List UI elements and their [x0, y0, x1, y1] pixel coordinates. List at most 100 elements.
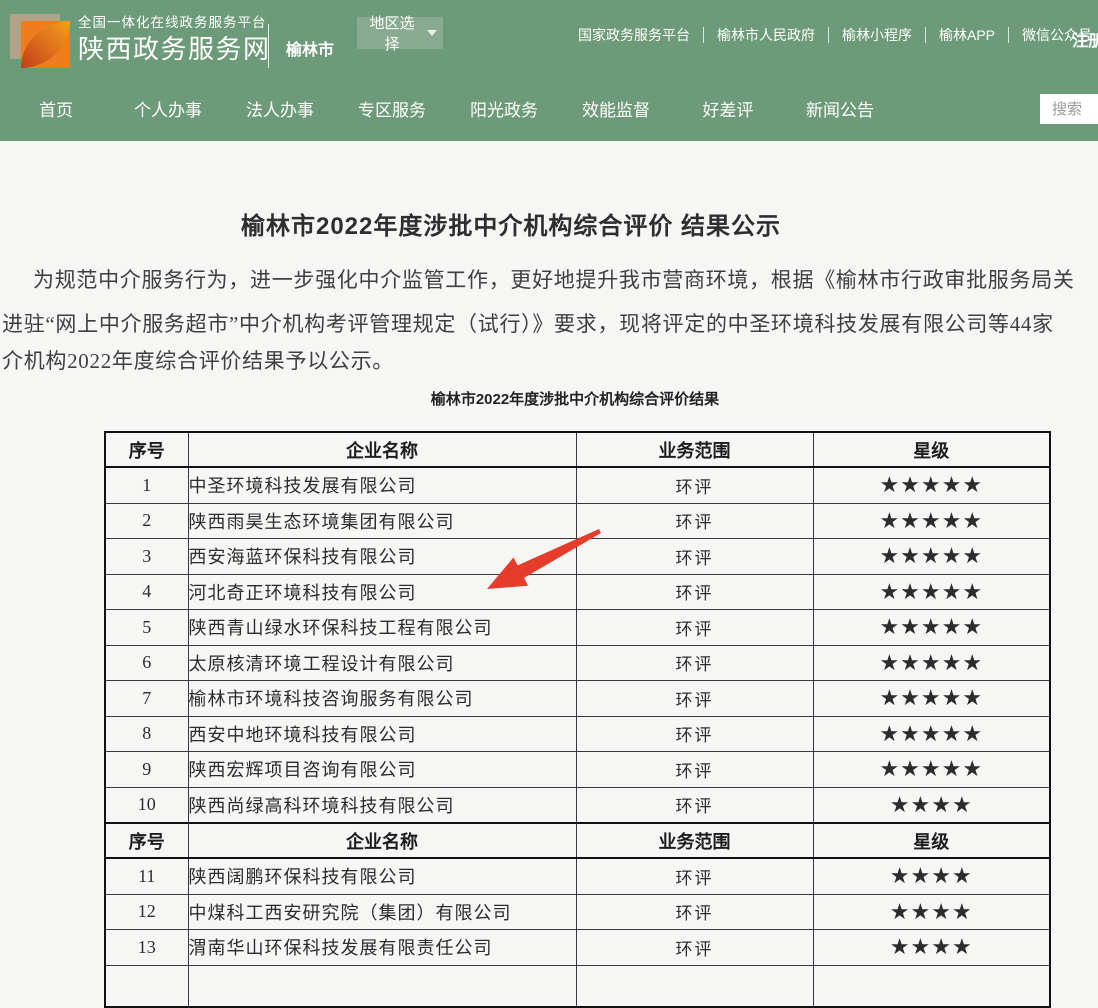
brand-divider: [268, 24, 269, 68]
clipped-cell: [188, 965, 576, 1007]
clipped-table-row: [105, 965, 1050, 1007]
external-links-bar: 国家政务服务平台榆林市人民政府榆林小程序榆林APP微信公众号: [578, 25, 1092, 45]
nav-item-专区服务[interactable]: 专区服务: [336, 88, 448, 134]
business-scope-cell: 环评: [576, 574, 813, 610]
table-row: 6太原核清环境工程设计有限公司环评★★★★★: [105, 645, 1050, 681]
top-link[interactable]: 国家政务服务平台: [578, 25, 690, 45]
company-name-cell: 太原核清环境工程设计有限公司: [188, 645, 576, 681]
company-name-cell: 渭南华山环保科技发展有限责任公司: [188, 930, 576, 966]
star-rating-cell: ★★★★★: [813, 681, 1050, 717]
current-city-label: 榆林市: [286, 36, 334, 60]
business-scope-cell: 环评: [576, 539, 813, 575]
region-select-button[interactable]: 地区选择: [357, 17, 443, 49]
business-scope-cell: 环评: [576, 787, 813, 823]
column-header: 序号: [105, 823, 188, 858]
row-number-cell: 11: [105, 858, 188, 894]
company-name-cell: 西安中地环境科技有限公司: [188, 716, 576, 752]
company-name-cell: 河北奇正环境科技有限公司: [188, 574, 576, 610]
company-name-cell: 中圣环境科技发展有限公司: [188, 467, 576, 503]
nav-item-个人办事[interactable]: 个人办事: [112, 88, 224, 134]
clipped-cell: [576, 965, 813, 1007]
table-row: 7榆林市环境科技咨询服务有限公司环评★★★★★: [105, 681, 1050, 717]
column-header: 星级: [813, 432, 1050, 467]
star-rating-cell: ★★★★★: [813, 645, 1050, 681]
business-scope-cell: 环评: [576, 645, 813, 681]
table-row: 4河北奇正环境科技有限公司环评★★★★★: [105, 574, 1050, 610]
star-rating-cell: ★★★★★: [813, 574, 1050, 610]
table-row: 1中圣环境科技发展有限公司环评★★★★★: [105, 467, 1050, 503]
nav-item-好差评[interactable]: 好差评: [672, 88, 784, 134]
column-header: 星级: [813, 823, 1050, 858]
row-number-cell: 9: [105, 752, 188, 788]
region-select-label: 地区选择: [363, 12, 421, 54]
nav-item-法人办事[interactable]: 法人办事: [224, 88, 336, 134]
company-name-cell: 陕西尚绿高科环境科技有限公司: [188, 787, 576, 823]
paragraph-line: 介机构2022年度综合评价结果予以公示。: [2, 345, 394, 375]
page-title: 榆林市2022年度涉批中介机构综合评价 结果公示: [0, 206, 1022, 241]
paragraph-line: 进驻“网上中介服务超市”中介机构考评管理规定（试行）》要求，现将评定的中圣环境科…: [2, 308, 1054, 338]
table-header-row: 序号企业名称业务范围星级: [105, 823, 1050, 858]
top-link[interactable]: 榆林市人民政府: [717, 25, 815, 45]
table-row: 5陕西青山绿水环保科技工程有限公司环评★★★★★: [105, 610, 1050, 646]
table-row: 10陕西尚绿高科环境科技有限公司环评★★★★: [105, 787, 1050, 823]
site-logo-icon[interactable]: [8, 6, 72, 70]
top-banner: 全国一体化在线政务服务平台 陕西政务服务网 榆林市 地区选择 国家政务服务平台 榆…: [0, 0, 1098, 141]
search-input[interactable]: [1040, 94, 1098, 124]
paragraph-line: 为规范中介服务行为，进一步强化中介监管工作，更好地提升我市营商环境，根据《榆林市…: [2, 264, 1075, 294]
star-rating-cell: ★★★★★: [813, 503, 1050, 539]
clipped-cell: [813, 965, 1050, 1007]
link-separator: [828, 27, 829, 43]
star-rating-cell: ★★★★: [813, 894, 1050, 930]
nav-item-效能监督[interactable]: 效能监督: [560, 88, 672, 134]
business-scope-cell: 环评: [576, 610, 813, 646]
row-number-cell: 7: [105, 681, 188, 717]
column-header: 企业名称: [188, 823, 576, 858]
star-rating-cell: ★★★★: [813, 930, 1050, 966]
company-name-cell: 陕西雨昊生态环境集团有限公司: [188, 503, 576, 539]
table-header-row: 序号企业名称业务范围星级: [105, 432, 1050, 467]
site-name: 陕西政务服务网: [78, 29, 271, 66]
star-rating-cell: ★★★★: [813, 787, 1050, 823]
row-number-cell: 1: [105, 467, 188, 503]
business-scope-cell: 环评: [576, 930, 813, 966]
nav-item-新闻公告[interactable]: 新闻公告: [784, 88, 896, 134]
nav-item-首页[interactable]: 首页: [0, 88, 112, 134]
business-scope-cell: 环评: [576, 503, 813, 539]
main-nav: 首页个人办事法人办事专区服务阳光政务效能监督好差评新闻公告: [0, 88, 896, 134]
company-name-cell: 西安海蓝环保科技有限公司: [188, 539, 576, 575]
row-number-cell: 5: [105, 610, 188, 646]
business-scope-cell: 环评: [576, 467, 813, 503]
business-scope-cell: 环评: [576, 858, 813, 894]
table-row: 8西安中地环境科技有限公司环评★★★★★: [105, 716, 1050, 752]
row-number-cell: 6: [105, 645, 188, 681]
row-number-cell: 10: [105, 787, 188, 823]
top-link[interactable]: 榆林APP: [939, 25, 995, 45]
table-row: 3西安海蓝环保科技有限公司环评★★★★★: [105, 539, 1050, 575]
register-link[interactable]: 注册: [1072, 27, 1098, 51]
row-number-cell: 13: [105, 930, 188, 966]
nav-item-阳光政务[interactable]: 阳光政务: [448, 88, 560, 134]
top-link[interactable]: 榆林小程序: [842, 25, 912, 45]
row-number-cell: 2: [105, 503, 188, 539]
table-row: 12中煤科工西安研究院（集团）有限公司环评★★★★: [105, 894, 1050, 930]
row-number-cell: 3: [105, 539, 188, 575]
business-scope-cell: 环评: [576, 716, 813, 752]
table-caption: 榆林市2022年度涉批中介机构综合评价结果: [0, 388, 1098, 409]
link-separator: [1008, 27, 1009, 43]
row-number-cell: 4: [105, 574, 188, 610]
column-header: 企业名称: [188, 432, 576, 467]
business-scope-cell: 环评: [576, 752, 813, 788]
table-row: 9陕西宏辉项目咨询有限公司环评★★★★★: [105, 752, 1050, 788]
platform-name: 全国一体化在线政务服务平台: [78, 11, 267, 31]
search-box: [1040, 94, 1098, 124]
company-name-cell: 陕西青山绿水环保科技工程有限公司: [188, 610, 576, 646]
link-separator: [925, 27, 926, 43]
table-row: 2陕西雨昊生态环境集团有限公司环评★★★★★: [105, 503, 1050, 539]
column-header: 业务范围: [576, 823, 813, 858]
chevron-down-icon: [427, 30, 437, 36]
company-name-cell: 陕西宏辉项目咨询有限公司: [188, 752, 576, 788]
table-row: 11陕西阔鹏环保科技有限公司环评★★★★: [105, 858, 1050, 894]
star-rating-cell: ★★★★★: [813, 539, 1050, 575]
business-scope-cell: 环评: [576, 681, 813, 717]
star-rating-cell: ★★★★★: [813, 610, 1050, 646]
